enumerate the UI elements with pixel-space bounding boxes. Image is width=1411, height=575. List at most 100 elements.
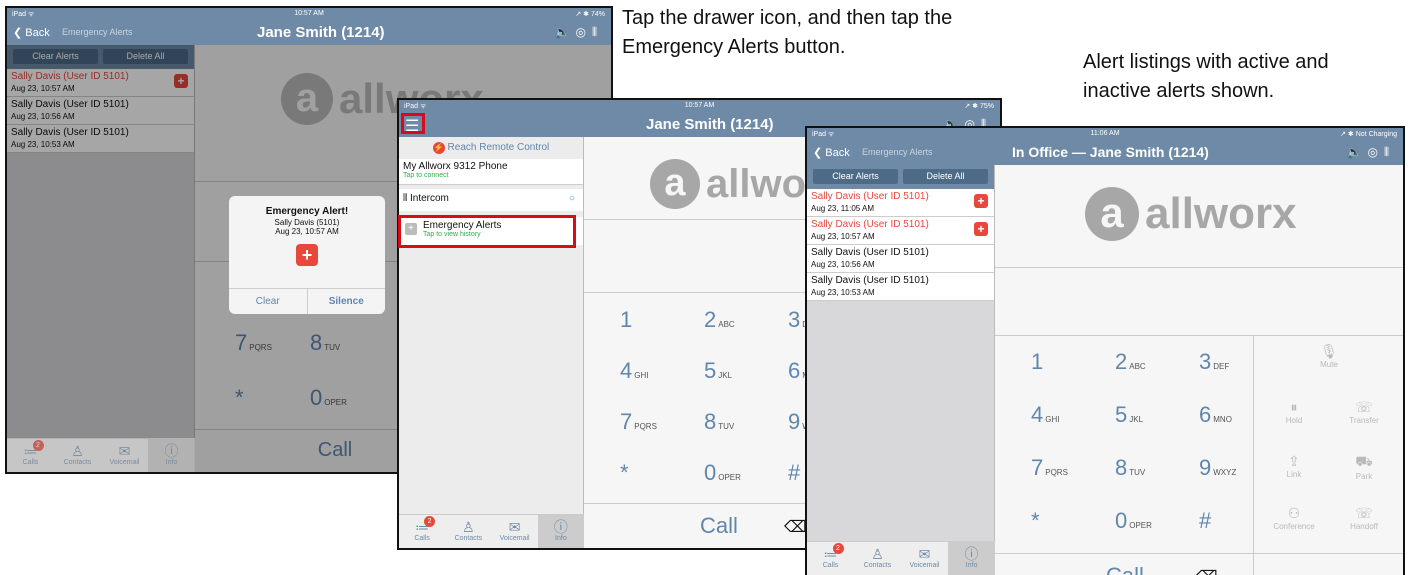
envelope-icon: ✉ <box>118 443 131 459</box>
key-7[interactable]: 7 PQRS <box>620 409 657 435</box>
caption-alert-listings: Alert listings with active and inactive … <box>1083 51 1329 102</box>
tab-info[interactable]: ⓘ Info <box>148 439 195 472</box>
silence-button[interactable]: Silence <box>308 289 386 314</box>
handoff-icon: ☏ <box>1355 505 1373 521</box>
key-5[interactable]: 5 JKL <box>704 358 732 384</box>
list-icon: ≔ <box>23 443 38 459</box>
tab-contacts[interactable]: ♙ Contacts <box>445 515 491 548</box>
envelope-icon: ✉ <box>918 546 931 562</box>
list-item[interactable]: Sally Davis (User ID 5101) Aug 23, 10:53 … <box>807 273 994 301</box>
key-9[interactable]: 9WXYZ <box>1199 455 1236 481</box>
key-hash[interactable]: # <box>788 460 800 486</box>
clear-alerts-button[interactable]: Clear Alerts <box>813 169 898 184</box>
page-title: Jane Smith (1214) <box>257 24 385 41</box>
phone-item[interactable]: My Allworx 9312 Phone Tap to connect <box>399 159 583 185</box>
back-button[interactable]: ❮ Back <box>13 26 50 39</box>
tab-bar: ≔ 2 Calls ♙ Contacts ✉ Voicemail ⓘ Info <box>807 541 995 575</box>
tab-contacts[interactable]: ♙ Contacts <box>854 542 901 575</box>
conference-button[interactable]: ⚇ Conference <box>1264 505 1324 531</box>
key-6[interactable]: 6MNO <box>1199 402 1232 428</box>
person-icon: ♙ <box>462 519 475 535</box>
park-icon: ⛟ <box>1355 453 1373 469</box>
key-8[interactable]: 8 TUV <box>1115 455 1145 481</box>
key-1[interactable]: 1 <box>1031 349 1043 375</box>
tab-calls[interactable]: ≔ 2 Calls <box>399 515 445 548</box>
intercom-icon: ⫴ <box>403 193 408 204</box>
link-button[interactable]: ⇪ Link <box>1264 453 1324 479</box>
key-4[interactable]: 4 GHI <box>620 358 648 384</box>
drawer-icon-highlight <box>401 113 425 134</box>
emergency-alerts-highlight <box>398 215 576 248</box>
dial-area: aallworx 1 2ABC 3DEF 4GHI 5JKL 6MNO 7PQRS 8TUV 9… <box>995 165 1403 575</box>
tab-voicemail[interactable]: ✉ Voicemail <box>101 439 148 472</box>
call-button[interactable]: Call <box>669 513 769 539</box>
key-8[interactable]: 8 TUV <box>704 409 734 435</box>
tab-calls[interactable]: ≔ 2 Calls <box>807 542 854 575</box>
person-icon: ♙ <box>71 443 84 459</box>
back-button[interactable]: ❮ Back <box>813 146 850 159</box>
nav-bar: ❮ Back Emergency Alerts Jane Smith (1214… <box>7 20 611 45</box>
status-bar: iPad ᯤ 10:57 AM ↗ ✱ 74% <box>7 8 611 20</box>
backspace-icon[interactable]: ⌫ <box>1195 567 1218 575</box>
call-button[interactable]: Call <box>1075 563 1175 575</box>
key-1[interactable]: 1 <box>620 307 632 333</box>
mute-icon: 🎙 <box>1320 343 1338 359</box>
list-icon: ≔ <box>823 546 838 562</box>
key-star[interactable]: * <box>620 460 629 486</box>
key-0[interactable]: 0 OPER <box>1115 508 1152 534</box>
key-4[interactable]: 4 GHI <box>1031 402 1059 428</box>
key-5[interactable]: 5 JKL <box>1115 402 1143 428</box>
tab-info[interactable]: ⓘ Info <box>537 515 584 548</box>
tab-voicemail[interactable]: ✉ Voicemail <box>901 542 948 575</box>
page-title: In Office — Jane Smith (1214) <box>1012 144 1209 160</box>
lightning-icon: ⚡ <box>432 142 445 154</box>
list-item[interactable]: Sally Davis (User ID 5101) Aug 23, 11:05 … <box>807 189 994 217</box>
clear-button[interactable]: Clear <box>229 289 308 314</box>
drawer-panel: ⚡ Reach Remote Control My Allworx 9312 P… <box>399 137 584 548</box>
tab-voicemail[interactable]: ✉ Voicemail <box>492 515 538 548</box>
key-3[interactable]: 3DEF <box>1199 349 1229 375</box>
mute-button[interactable]: 🎙 Mute <box>1299 343 1359 369</box>
info-icon: ⓘ <box>964 546 979 562</box>
key-7[interactable]: 7 PQRS <box>1031 455 1068 481</box>
tab-contacts[interactable]: ♙ Contacts <box>54 439 101 472</box>
person-icon: ♙ <box>871 546 884 562</box>
intercom-item[interactable]: ⫴ Intercom ○ <box>399 189 583 211</box>
hold-button[interactable]: ⏸ Hold <box>1264 399 1324 425</box>
screenshot-alert-listings: iPad ᯤ 11:06 AM ↗ ✱ Not Charging ❮ Back Em… <box>805 126 1405 575</box>
key-star[interactable]: * <box>1031 508 1040 534</box>
handoff-button[interactable]: ☏ Handoff <box>1334 505 1394 531</box>
conference-icon: ⚇ <box>1287 505 1301 521</box>
nav-icons[interactable]: 🔈◎⫴ <box>555 25 603 40</box>
transfer-button[interactable]: ☏ Transfer <box>1334 399 1394 425</box>
delete-all-button[interactable]: Delete All <box>903 169 988 184</box>
caption-drawer-instructions: Tap the drawer icon, and then tap the Em… <box>622 7 953 58</box>
list-item[interactable]: Sally Davis (User ID 5101) Aug 23, 10:56 … <box>807 245 994 273</box>
key-2[interactable]: 2 ABC <box>1115 349 1146 375</box>
key-2[interactable]: 2 ABC <box>704 307 735 333</box>
tab-calls[interactable]: ≔ 2 Calls <box>7 439 54 472</box>
status-bar: iPad ᯤ 11:06 AM ↗ ✱ Not Charging <box>807 128 1403 140</box>
allworx-logo: aallworx <box>1085 187 1297 241</box>
nav-icons[interactable]: 🔈◎⫴ <box>1347 145 1395 160</box>
tab-bar: ≔ 2 Calls ♙ Contacts ✉ Voicemail ⓘ Info <box>7 438 195 472</box>
call-actions-panel: 🎙 Mute ⏸ Hold ☏ Transfer ⇪ Link ⛟ Park ⚇ Conference… <box>1253 335 1403 575</box>
tab-info[interactable]: ⓘ Info <box>948 542 995 575</box>
list-icon: ≔ <box>415 519 430 535</box>
page-title: Jane Smith (1214) <box>646 116 774 133</box>
reach-remote-control[interactable]: ⚡ Reach Remote Control <box>399 137 583 159</box>
nav-bar: ❮ Back Emergency Alerts In Office — Jane… <box>807 140 1403 165</box>
nav-subtitle: Emergency Alerts <box>62 27 133 37</box>
dialog-line: Aug 23, 10:57 AM <box>275 227 339 236</box>
key-0[interactable]: 0 OPER <box>704 460 741 486</box>
alert-sidebar: Clear Alerts Delete All Sally Davis (User… <box>807 165 995 575</box>
info-icon: ⓘ <box>553 519 568 535</box>
alert-plus-icon: + <box>974 194 988 208</box>
hold-icon: ⏸ <box>1290 399 1298 415</box>
list-item[interactable]: Sally Davis (User ID 5101) Aug 23, 10:57 … <box>807 217 994 245</box>
backspace-icon[interactable]: ⌫ <box>784 517 807 537</box>
key-hash[interactable]: # <box>1199 508 1211 534</box>
toggle-icon[interactable]: ○ <box>569 193 575 204</box>
dialog-title: Emergency Alert! <box>265 206 349 217</box>
park-button[interactable]: ⛟ Park <box>1334 453 1394 481</box>
